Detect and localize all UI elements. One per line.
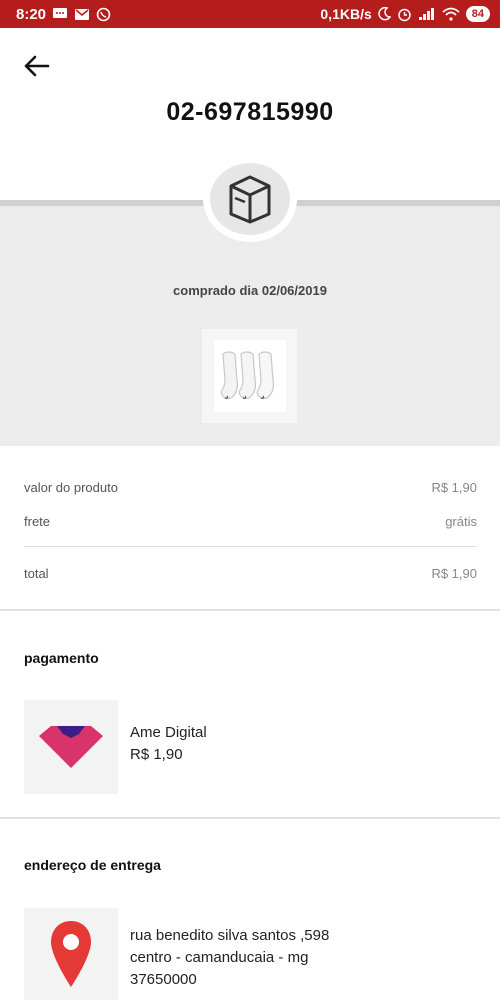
whatsapp-icon [96, 7, 111, 22]
wifi-icon [442, 7, 460, 21]
summary-row-shipping: frete grátis [24, 514, 477, 529]
total-value: R$ 1,90 [431, 566, 477, 581]
battery-indicator: 84 [465, 6, 490, 22]
address-district: centro - camanducaia - mg [130, 949, 309, 966]
address-zip: 37650000 [130, 971, 197, 988]
shipping-value: grátis [445, 514, 477, 529]
payment-amount: R$ 1,90 [130, 746, 183, 763]
delivery-map-thumb [24, 908, 118, 1000]
alarm-icon [397, 7, 412, 22]
section-divider [0, 817, 500, 819]
summary-divider [24, 546, 477, 547]
total-label: total [24, 566, 49, 581]
status-bar: 8:20 0,1KB/s 84 [0, 0, 500, 28]
summary-row-product: valor do produto R$ 1,90 [24, 480, 477, 495]
socks-image [219, 351, 274, 399]
payment-method-logo [24, 700, 118, 794]
delivery-address: rua benedito silva santos ,598 centro - … [130, 925, 329, 991]
order-number: 02-697815990 [166, 98, 334, 126]
location-pin-icon [51, 921, 91, 987]
network-speed: 0,1KB/s [320, 6, 372, 22]
address-street: rua benedito silva santos ,598 [130, 927, 330, 944]
product-thumbnail[interactable] [202, 329, 297, 423]
delivery-title: endereço de entrega [24, 857, 161, 873]
mail-icon [74, 8, 90, 21]
shipping-label: frete [24, 514, 51, 529]
ame-digital-icon [39, 726, 103, 768]
package-icon [229, 175, 271, 224]
chat-icon [52, 7, 68, 21]
payment-title: pagamento [24, 650, 99, 666]
summary-row-total: total R$ 1,90 [24, 566, 477, 581]
signal-icon [418, 7, 436, 21]
product-value-label: valor do produto [24, 480, 118, 495]
moon-icon [378, 7, 391, 21]
status-time: 8:20 [16, 5, 47, 23]
section-divider [0, 609, 500, 611]
package-badge [203, 156, 297, 242]
back-button[interactable] [18, 48, 54, 84]
payment-details: Ame Digital R$ 1,90 [130, 722, 207, 766]
back-arrow-icon [24, 55, 50, 77]
payment-method: Ame Digital [130, 724, 207, 741]
purchase-date: comprado dia 02/06/2019 [173, 283, 327, 298]
product-value: R$ 1,90 [431, 480, 477, 495]
